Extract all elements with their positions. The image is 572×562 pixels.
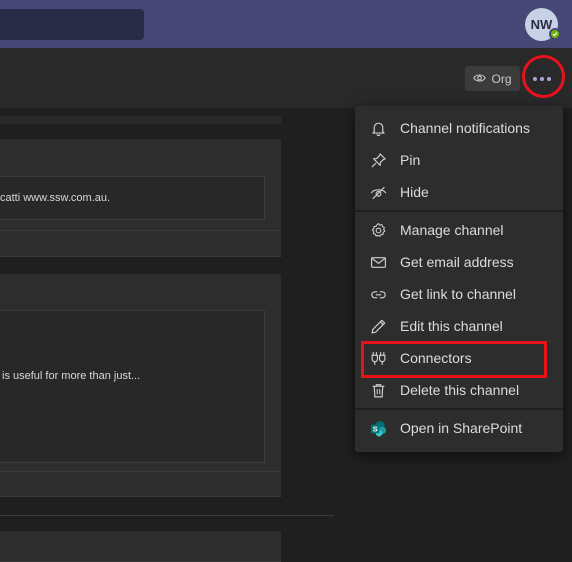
date-divider [0,515,334,516]
menu-separator [355,408,563,410]
reply-divider [0,471,281,472]
menu-item-label: Open in SharePoint [400,420,523,436]
menu-item-label: Hide [400,184,429,200]
menu-item-open-in-sharepoint[interactable]: S Open in SharePoint [355,412,563,444]
teams-window: NW Org catti www.ssw.com.au. is useful f… [0,0,572,562]
post-card: catti www.ssw.com.au. [0,139,281,257]
post-text: catti www.ssw.com.au. [0,192,111,204]
pencil-icon [369,317,387,335]
post-attachment[interactable]: catti www.ssw.com.au. [0,176,265,220]
menu-item-get-link-to-channel[interactable]: Get link to channel [355,278,563,310]
svg-text:S: S [372,424,377,433]
org-button[interactable]: Org [465,66,520,91]
menu-item-get-email-address[interactable]: Get email address [355,246,563,278]
gear-icon [369,221,387,239]
top-bar: NW [0,0,572,48]
menu-item-label: Delete this channel [400,382,520,398]
envelope-icon [369,253,387,271]
menu-item-label: Get email address [400,254,514,270]
reply-divider [0,230,281,231]
eye-off-icon [369,183,387,201]
menu-item-label: Channel notifications [400,120,530,136]
menu-item-label: Manage channel [400,222,504,238]
channel-options-menu: Channel notifications Pin Hide Manage ch… [355,106,563,452]
post-edge [0,116,281,124]
menu-item-label: Pin [400,152,421,168]
menu-separator [355,210,563,212]
menu-item-label: Edit this channel [400,318,503,334]
presence-available-icon [549,28,561,40]
post-attachment[interactable]: is useful for more than just... [0,310,265,463]
bell-icon [369,119,387,137]
highlight-circle [522,55,565,98]
menu-item-manage-channel[interactable]: Manage channel [355,214,563,246]
search-input[interactable] [0,9,144,40]
sharepoint-icon: S [369,419,387,437]
menu-item-edit-this-channel[interactable]: Edit this channel [355,310,563,342]
menu-item-delete-this-channel[interactable]: Delete this channel [355,374,563,406]
menu-item-label: Get link to channel [400,286,516,302]
menu-item-channel-notifications[interactable]: Channel notifications [355,112,563,144]
link-icon [369,285,387,303]
org-label: Org [491,71,512,86]
trash-icon [369,381,387,399]
menu-item-pin[interactable]: Pin [355,144,563,176]
pin-icon [369,151,387,169]
menu-item-hide[interactable]: Hide [355,176,563,208]
highlight-box [361,341,547,378]
post-card [0,531,281,562]
eye-icon [473,72,487,86]
post-text: is useful for more than just... [2,370,141,382]
avatar[interactable]: NW [525,8,561,41]
post-card: is useful for more than just... [0,274,281,497]
